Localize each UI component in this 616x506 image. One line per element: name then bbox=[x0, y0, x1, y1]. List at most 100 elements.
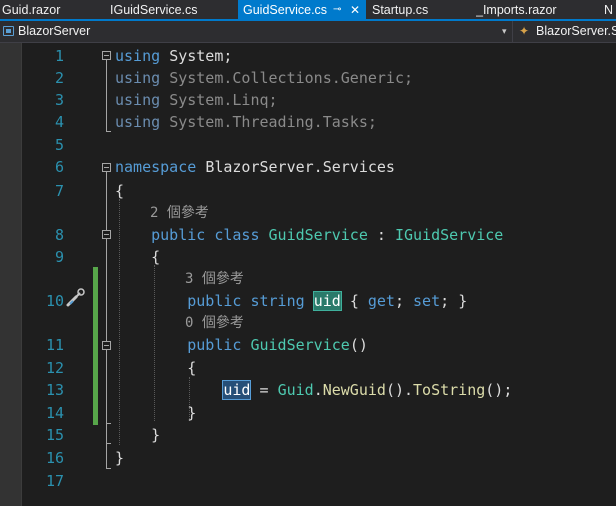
outline-line bbox=[106, 131, 111, 132]
keyword: using bbox=[115, 91, 161, 109]
tab-imports-razor[interactable]: _Imports.razor bbox=[476, 0, 596, 19]
line-number: 6 bbox=[54, 158, 64, 176]
keyword: using bbox=[115, 113, 161, 131]
brace: { bbox=[115, 182, 125, 200]
namespace-ref: System.Linq bbox=[169, 91, 269, 109]
line-number: 1 bbox=[54, 47, 64, 65]
line-number: 11 bbox=[45, 336, 64, 354]
brace: { bbox=[151, 248, 161, 266]
chevron-down-icon: ▾ bbox=[502, 26, 507, 36]
collapse-toggle-icon[interactable] bbox=[102, 51, 111, 60]
code-line-14: } bbox=[115, 402, 196, 424]
codelens-references[interactable]: 3 個參考 bbox=[185, 268, 244, 290]
line-number: 12 bbox=[45, 359, 64, 377]
code-line-4: using System.Threading.Tasks; bbox=[115, 111, 377, 133]
quick-actions-icon[interactable] bbox=[65, 288, 87, 308]
namespace-ref: System.Collections.Generic bbox=[169, 69, 404, 87]
outline-line bbox=[106, 350, 107, 423]
punctuation: (); bbox=[485, 381, 513, 399]
keyword: class bbox=[214, 226, 260, 244]
collapse-toggle-icon[interactable] bbox=[102, 341, 111, 350]
keyword: set bbox=[413, 292, 441, 310]
constructor-name: GuidService bbox=[250, 336, 350, 354]
codelens-references[interactable]: 2 個參考 bbox=[150, 202, 209, 224]
project-name: BlazorServer bbox=[18, 24, 91, 38]
tab-label: IGuidService.cs bbox=[110, 3, 198, 17]
tab-label: Guid.razor bbox=[2, 3, 61, 17]
close-icon[interactable]: ✕ bbox=[350, 0, 360, 19]
keyword: public bbox=[151, 226, 206, 244]
punctuation: ; bbox=[440, 292, 450, 310]
type-name: Guid bbox=[277, 381, 314, 399]
property-reference-highlight[interactable]: uid bbox=[222, 380, 252, 400]
keyword: public bbox=[187, 292, 242, 310]
brace: { bbox=[349, 292, 359, 310]
line-number: 5 bbox=[54, 136, 64, 154]
method-name: NewGuid bbox=[322, 381, 386, 399]
code-editor[interactable]: 1 2 3 4 5 6 7 8 9 10 11 12 13 14 15 16 1… bbox=[0, 43, 616, 506]
code-line-6: namespace BlazorServer.Services bbox=[115, 156, 395, 178]
code-line-2: using System.Collections.Generic; bbox=[115, 67, 413, 89]
tab-overflow[interactable]: N bbox=[604, 0, 616, 19]
code-line-8: public class GuidService : IGuidService bbox=[115, 224, 503, 246]
tab-guid-razor[interactable]: Guid.razor bbox=[0, 0, 110, 19]
type-name: BlazorServer.S bbox=[536, 24, 616, 38]
keyword: namespace bbox=[115, 158, 197, 176]
line-number: 8 bbox=[54, 226, 64, 244]
keyword: public bbox=[187, 336, 242, 354]
type-dropdown[interactable]: ✦ BlazorServer.S bbox=[514, 21, 616, 42]
punctuation: : bbox=[367, 226, 395, 244]
punctuation: ; bbox=[394, 292, 404, 310]
punctuation: . bbox=[404, 381, 414, 399]
document-tab-strip: Guid.razor IGuidService.cs GuidService.c… bbox=[0, 0, 616, 21]
property-name-highlight[interactable]: uid bbox=[312, 291, 342, 311]
code-line-12: { bbox=[115, 357, 196, 379]
class-name: GuidService bbox=[268, 226, 368, 244]
tab-startup-cs[interactable]: Startup.cs bbox=[372, 0, 472, 19]
brace: { bbox=[187, 359, 197, 377]
punctuation: () bbox=[385, 381, 404, 399]
code-line-11: public GuidService() bbox=[115, 334, 368, 356]
navigation-bar: BlazorServer ▾ ✦ BlazorServer.S bbox=[0, 21, 616, 43]
code-line-1: using System; bbox=[115, 45, 232, 67]
line-number: 14 bbox=[45, 404, 64, 422]
code-line-15: } bbox=[115, 424, 160, 446]
outline-line bbox=[106, 443, 111, 444]
punctuation: ; bbox=[404, 69, 414, 87]
keyword: string bbox=[250, 292, 305, 310]
collapse-toggle-icon[interactable] bbox=[102, 163, 111, 172]
namespace-name: BlazorServer.Services bbox=[205, 158, 395, 176]
tab-guidservice-cs[interactable]: GuidService.cs ⊸ ✕ bbox=[238, 0, 366, 19]
collapse-toggle-icon[interactable] bbox=[102, 230, 111, 239]
codelens-references[interactable]: 0 個參考 bbox=[185, 312, 244, 334]
tab-iguidservice-cs[interactable]: IGuidService.cs bbox=[110, 0, 238, 19]
project-dropdown[interactable]: BlazorServer ▾ bbox=[0, 21, 513, 42]
punctuation: () bbox=[349, 336, 368, 354]
brace: } bbox=[458, 292, 468, 310]
tab-label: _Imports.razor bbox=[476, 3, 557, 17]
punctuation: ; bbox=[367, 113, 377, 131]
line-number: 15 bbox=[45, 426, 64, 444]
change-indicator bbox=[93, 267, 98, 425]
operator: = bbox=[250, 381, 278, 399]
namespace-ref: System.Threading.Tasks bbox=[169, 113, 368, 131]
keyword: using bbox=[115, 47, 161, 65]
line-number: 13 bbox=[45, 381, 64, 399]
brace: } bbox=[151, 426, 161, 444]
pin-icon[interactable]: ⊸ bbox=[333, 0, 341, 19]
line-number: 3 bbox=[54, 91, 64, 109]
method-name: ToString bbox=[413, 381, 486, 399]
outline-line bbox=[106, 423, 111, 424]
line-number: 4 bbox=[54, 113, 64, 131]
tab-label: GuidService.cs bbox=[243, 3, 328, 17]
outline-line bbox=[106, 60, 107, 131]
code-line-13: uid = Guid.NewGuid().ToString(); bbox=[115, 379, 512, 401]
keyword: using bbox=[115, 69, 161, 87]
code-line-9: { bbox=[115, 246, 160, 268]
class-icon: ✦ bbox=[519, 24, 530, 38]
punctuation: ; bbox=[268, 91, 278, 109]
brace: } bbox=[187, 404, 197, 422]
tab-label: N bbox=[604, 3, 614, 17]
line-number: 16 bbox=[45, 449, 64, 467]
project-icon bbox=[3, 26, 14, 36]
